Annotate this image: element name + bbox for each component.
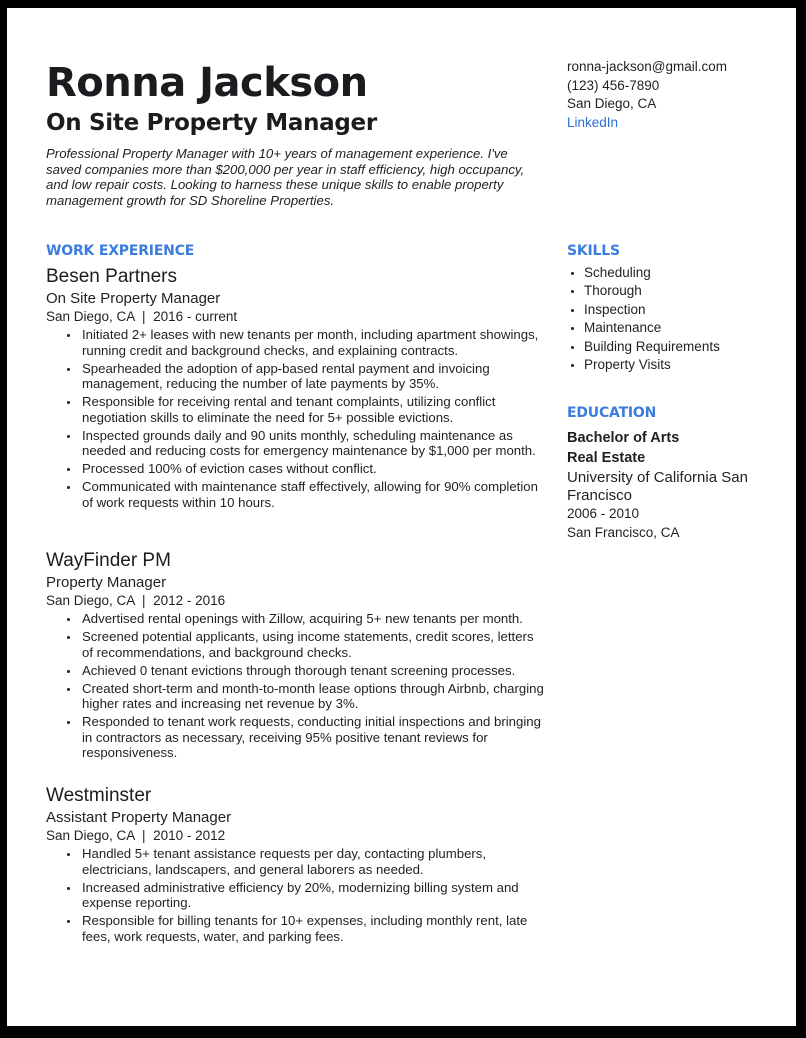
education-heading: EDUCATION [567,405,657,421]
job-bullet: Inspected grounds daily and 90 units mon… [67,428,544,459]
skill-item: Maintenance [571,319,720,337]
job-bullet: Communicated with maintenance staff effe… [67,479,544,510]
job-role: On Site Property Manager [46,290,221,307]
job-bullet: Increased administrative efficiency by 2… [67,880,544,911]
job-bullet: Achieved 0 tenant evictions through thor… [67,663,544,679]
job-bullets: Initiated 2+ leases with new tenants per… [46,327,546,510]
contact-info: ronna-jackson@gmail.com (123) 456-7890 S… [567,58,727,132]
linkedin-link[interactable]: LinkedIn [567,114,727,133]
contact-phone: (123) 456-7890 [567,77,660,93]
work-experience-heading: WORK EXPERIENCE [46,243,195,259]
job-entry: Besen Partners On Site Property Manager … [46,265,546,513]
skill-item: Property Visits [571,356,720,374]
professional-summary: Professional Property Manager with 10+ y… [46,146,525,209]
job-bullet: Advertised rental openings with Zillow, … [67,611,544,627]
job-bullets: Handled 5+ tenant assistance requests pe… [46,846,546,944]
contact-location: San Diego, CA [567,96,657,111]
job-company: Westminster [46,785,152,806]
candidate-name: Ronna Jackson [46,60,368,106]
job-bullet: Created short-term and month-to-month le… [67,680,544,712]
job-entry: Westminster Assistant Property Manager S… [46,784,546,947]
job-bullet: Spearheaded the adoption of app-based re… [67,361,544,392]
skills-heading: SKILLS [567,243,620,259]
skills-list: Scheduling Thorough Inspection Maintenan… [567,264,720,374]
job-bullet: Handled 5+ tenant assistance requests pe… [67,846,544,877]
candidate-title: On Site Property Manager [46,110,377,136]
job-bullet: Responded to tenant work requests, condu… [67,714,544,761]
education-location: San Francisco, CA [567,524,680,540]
job-role: Assistant Property Manager [46,809,232,826]
education-years: 2006 - 2010 [567,506,640,521]
job-bullet: Screened potential applicants, using inc… [67,629,544,660]
job-meta: San Diego, CA | 2012 - 2016 [46,593,226,608]
job-role: Property Manager [46,574,167,591]
contact-email[interactable]: ronna-jackson@gmail.com [567,58,727,77]
job-company: Besen Partners [46,266,177,287]
job-bullet: Processed 100% of eviction cases without… [67,461,544,477]
job-bullet: Initiated 2+ leases with new tenants per… [67,327,544,358]
job-meta: San Diego, CA | 2010 - 2012 [46,828,226,843]
education-school: University of California San Francisco [567,469,748,504]
skill-item: Inspection [571,301,720,319]
job-bullet: Responsible for receiving rental and ten… [67,394,544,425]
skill-item: Thorough [571,282,720,300]
education-major: Real Estate [567,450,646,466]
education-entry: Bachelor of Arts Real Estate University … [567,428,777,542]
job-bullet: Responsible for billing tenants for 10+ … [67,913,544,944]
job-company: WayFinder PM [46,550,171,571]
skill-item: Scheduling [571,264,720,282]
education-degree: Bachelor of Arts [567,430,680,446]
job-entry: WayFinder PM Property Manager San Diego,… [46,549,546,763]
skill-item: Building Requirements [571,338,720,356]
job-meta: San Diego, CA | 2016 - current [46,309,238,324]
job-bullets: Advertised rental openings with Zillow, … [46,611,546,761]
